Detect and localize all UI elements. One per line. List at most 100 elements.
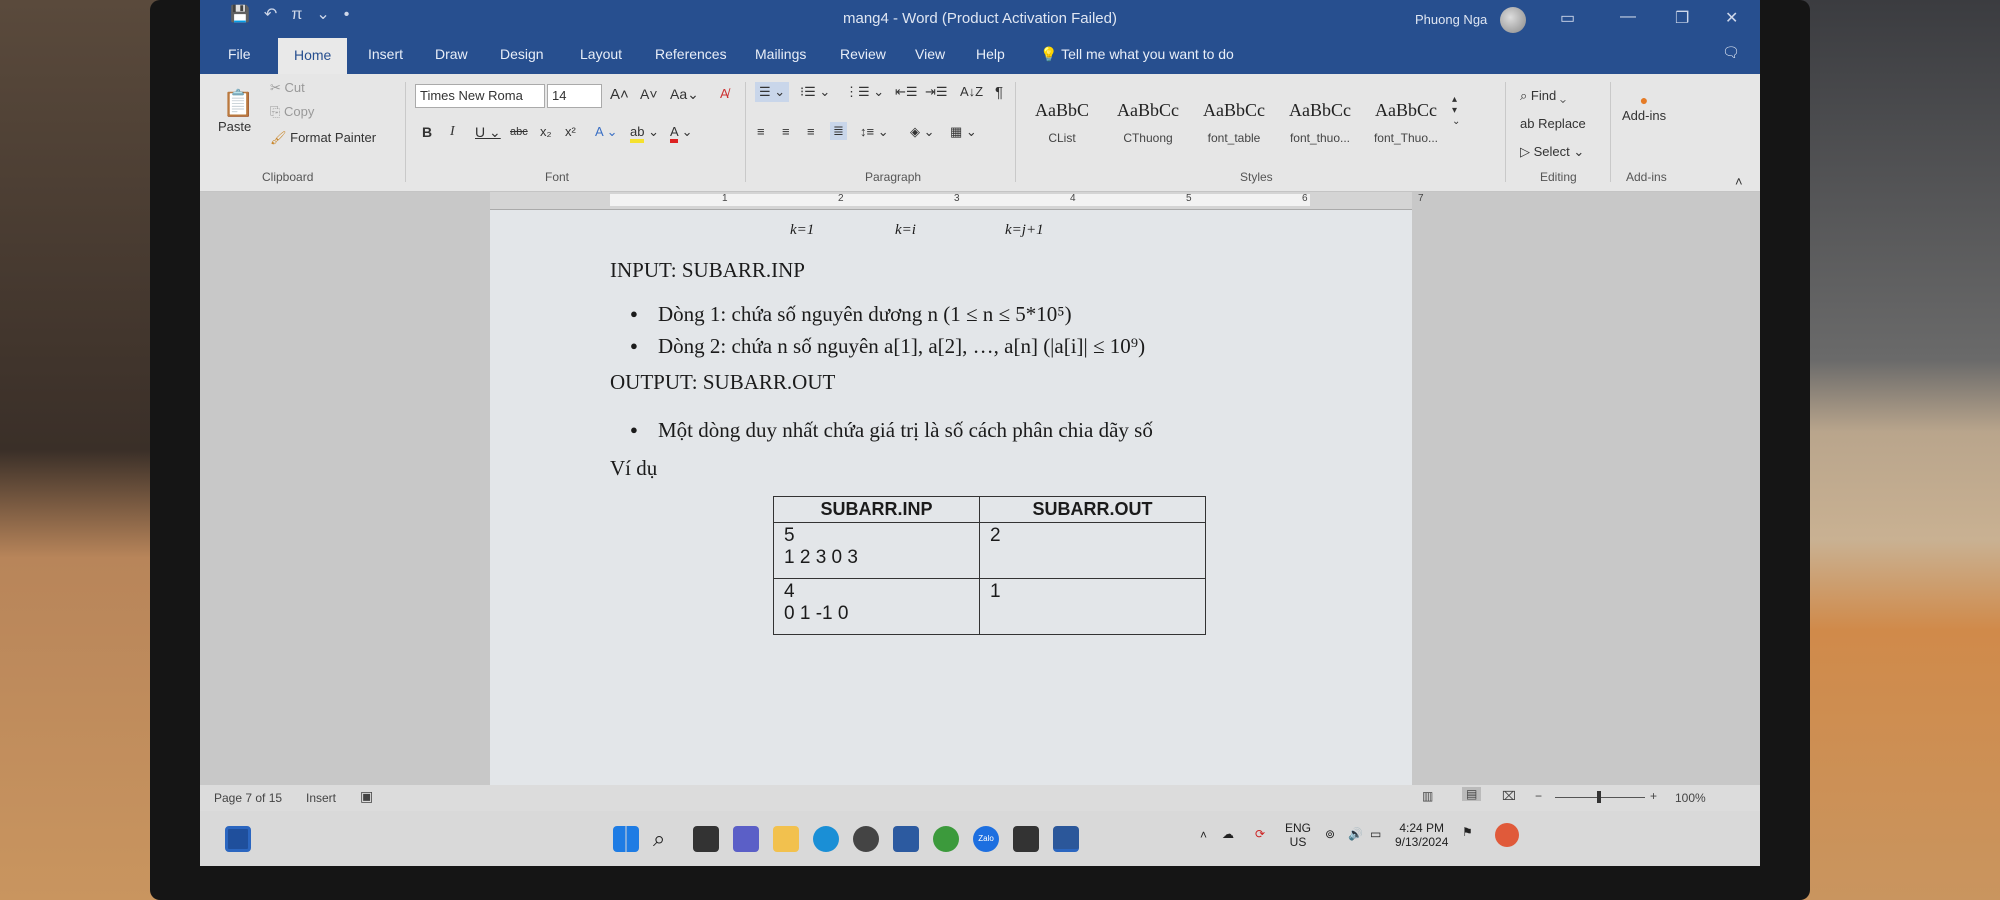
- tab-help[interactable]: Help: [976, 46, 1005, 62]
- font-color-icon[interactable]: A ⌄: [670, 124, 692, 143]
- minimize-icon[interactable]: —: [1620, 8, 1636, 26]
- align-right-icon[interactable]: ≡: [807, 124, 815, 139]
- tab-home[interactable]: Home: [278, 38, 348, 74]
- store-icon[interactable]: [893, 826, 919, 852]
- replace-button[interactable]: ab Replace: [1520, 116, 1586, 131]
- zalo-icon[interactable]: Zalo: [973, 826, 999, 852]
- edge-icon[interactable]: [813, 826, 839, 852]
- font-name-combo[interactable]: Times New Roma: [415, 84, 545, 108]
- font-size-combo[interactable]: 14: [547, 84, 602, 108]
- horizontal-ruler[interactable]: 1 2 3 4 5 6 7: [490, 192, 1424, 210]
- ribbon-display-icon[interactable]: ▭: [1560, 8, 1575, 28]
- user-name[interactable]: Phuong Nga: [1415, 12, 1487, 27]
- tab-layout[interactable]: Layout: [580, 46, 622, 62]
- style-font-thuong-2[interactable]: AaBbCc font_Thuo...: [1364, 92, 1448, 156]
- input-bullet: Dòng 1: chứa số nguyên dương n (1 ≤ n ≤ …: [630, 302, 1072, 327]
- style-font-thuong-1[interactable]: AaBbCc font_thuo...: [1278, 92, 1362, 156]
- grow-font-icon[interactable]: A˄: [610, 86, 629, 103]
- volume-icon[interactable]: 🔊: [1348, 827, 1363, 841]
- document-page[interactable]: k=1 k=i k=j+1 INPUT: SUBARR.INP Dòng 1: …: [490, 210, 1578, 866]
- style-sample: AaBbC: [1035, 100, 1089, 120]
- shrink-font-icon[interactable]: A˅: [640, 86, 658, 102]
- clear-formatting-icon[interactable]: A̸: [720, 86, 729, 101]
- cut-button[interactable]: ✂ Cut: [270, 80, 305, 96]
- tab-review[interactable]: Review: [840, 46, 886, 62]
- subscript-icon[interactable]: x₂: [540, 124, 552, 139]
- clock[interactable]: 4:24 PM 9/13/2024: [1395, 821, 1448, 849]
- app-icon[interactable]: [1013, 826, 1039, 852]
- line-spacing-icon[interactable]: ↕≡ ⌄: [860, 124, 889, 140]
- paste-button[interactable]: 📋 Paste: [218, 88, 254, 134]
- page-counter[interactable]: Page 7 of 15: [214, 791, 282, 805]
- word-icon[interactable]: [1053, 826, 1079, 852]
- zoom-thumb[interactable]: [1597, 791, 1601, 803]
- tab-insert[interactable]: Insert: [368, 46, 403, 62]
- zoom-in-icon[interactable]: +: [1650, 789, 1657, 803]
- wifi-icon[interactable]: ⊚: [1325, 827, 1335, 841]
- insert-mode[interactable]: Insert: [306, 791, 336, 805]
- battery-icon[interactable]: ▭: [1370, 827, 1381, 841]
- decrease-indent-icon[interactable]: ⇤☰: [895, 84, 918, 100]
- zoom-level[interactable]: 100%: [1675, 791, 1706, 805]
- close-icon[interactable]: ✕: [1725, 8, 1738, 28]
- weather-icon[interactable]: [1495, 823, 1519, 847]
- select-button[interactable]: ▷ Select ⌄: [1520, 144, 1584, 160]
- search-icon[interactable]: ⌕: [653, 826, 679, 852]
- print-layout-icon[interactable]: ▤: [1462, 787, 1482, 801]
- read-mode-icon[interactable]: ▥: [1422, 789, 1433, 803]
- shading-icon[interactable]: ◈ ⌄: [910, 124, 935, 140]
- tab-design[interactable]: Design: [500, 46, 544, 62]
- superscript-icon[interactable]: x²: [565, 124, 576, 139]
- show-hidden-icon[interactable]: ˄: [1200, 828, 1207, 842]
- borders-icon[interactable]: ▦ ⌄: [950, 124, 977, 140]
- find-button[interactable]: ⌕ Find ⌄: [1520, 88, 1566, 104]
- avatar[interactable]: [1500, 7, 1526, 33]
- task-view-icon[interactable]: [693, 826, 719, 852]
- strikethrough-icon[interactable]: abc: [510, 126, 528, 138]
- notification-icon[interactable]: ⚑: [1462, 825, 1473, 839]
- app-icon[interactable]: [933, 826, 959, 852]
- highlight-color-icon[interactable]: ab ⌄: [630, 124, 659, 143]
- style-clist[interactable]: AaBbC CList: [1020, 92, 1104, 156]
- italic-icon[interactable]: I: [450, 124, 455, 140]
- copy-button[interactable]: ⎘ Copy: [270, 104, 314, 120]
- file-explorer-icon[interactable]: [773, 826, 799, 852]
- sync-icon[interactable]: ⟳: [1255, 827, 1265, 841]
- align-center-icon[interactable]: ≡: [782, 124, 790, 139]
- tab-view[interactable]: View: [915, 46, 945, 62]
- restore-icon[interactable]: ❐: [1675, 8, 1689, 28]
- bold-icon[interactable]: B: [422, 124, 432, 140]
- teams-icon[interactable]: [733, 826, 759, 852]
- numbering-icon[interactable]: ⁝☰ ⌄: [800, 84, 830, 100]
- tab-file[interactable]: File: [228, 46, 251, 62]
- styles-scroll-icon[interactable]: ▴ ▾ ⌄: [1452, 94, 1460, 127]
- macro-record-icon[interactable]: ▣: [360, 788, 373, 805]
- widgets-icon[interactable]: [225, 826, 251, 852]
- tab-mailings[interactable]: Mailings: [755, 46, 806, 62]
- sort-icon[interactable]: A↓Z: [960, 84, 983, 99]
- multilevel-list-icon[interactable]: ⋮☰ ⌄: [845, 84, 884, 100]
- app-icon[interactable]: [853, 826, 879, 852]
- align-left-icon[interactable]: ≡: [757, 124, 765, 139]
- language-indicator[interactable]: ENG US: [1285, 821, 1311, 849]
- add-ins-button[interactable]: ● Add-ins: [1622, 92, 1666, 123]
- tab-references[interactable]: References: [655, 46, 727, 62]
- comments-icon[interactable]: 🗨: [1722, 44, 1740, 61]
- text-effects-icon[interactable]: A ⌄: [595, 124, 617, 140]
- increase-indent-icon[interactable]: ⇥☰: [925, 84, 948, 100]
- collapse-ribbon-icon[interactable]: ˄: [1735, 174, 1743, 189]
- justify-icon[interactable]: ≣: [830, 122, 847, 140]
- network-app-icon[interactable]: ☁: [1222, 827, 1234, 841]
- zoom-out-icon[interactable]: −: [1535, 789, 1542, 803]
- tell-me-search[interactable]: 💡 Tell me what you want to do: [1040, 46, 1234, 63]
- bullets-icon[interactable]: ☰ ⌄: [755, 82, 790, 102]
- show-formatting-icon[interactable]: ¶: [995, 84, 1003, 101]
- style-font-table[interactable]: AaBbCc font_table: [1192, 92, 1276, 156]
- start-icon[interactable]: [613, 826, 639, 852]
- tab-draw[interactable]: Draw: [435, 46, 468, 62]
- underline-icon[interactable]: U ⌄: [475, 124, 501, 141]
- format-painter-button[interactable]: 🖌 Format Painter: [270, 130, 376, 146]
- change-case-icon[interactable]: Aa⌄: [670, 86, 699, 103]
- web-layout-icon[interactable]: ⌧: [1502, 789, 1516, 803]
- style-cthuong[interactable]: AaBbCc CThuong: [1106, 92, 1190, 156]
